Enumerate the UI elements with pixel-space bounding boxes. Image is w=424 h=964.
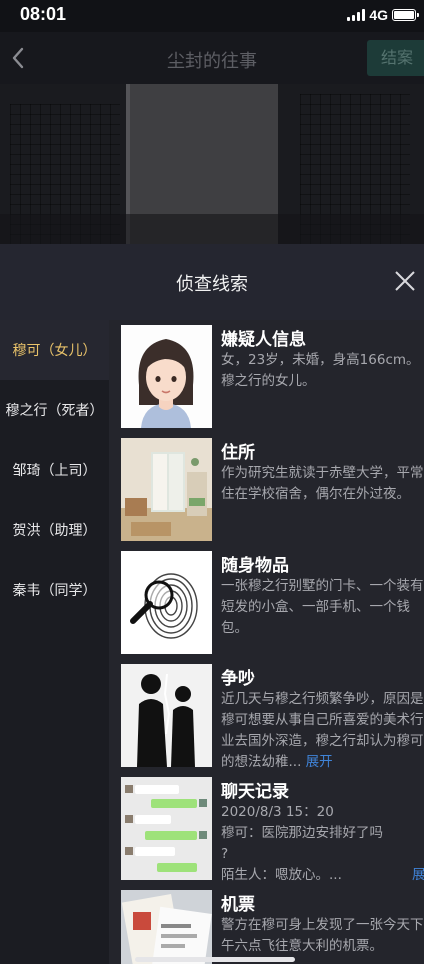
sidebar-item-qinwei[interactable]: 秦韦（同学） [0,560,109,620]
clue-description: 2020/8/3 15：20 穆可：医院那边安排好了吗 ? 陌生人：嗯放心。..… [221,802,424,886]
clue-title: 机票 [221,895,255,915]
clue-description: 近几天与穆之行频繁争吵，原因是穆可想要从事自己所喜爱的美术行业去国外深造，穆之行… [221,689,424,773]
battery-icon [392,9,419,21]
suspect-portrait-image [121,325,212,428]
chat-screenshot-image [121,777,212,880]
chat-line: 穆可：医院那边安排好了吗 [221,825,383,841]
close-icon[interactable] [394,270,416,292]
navigation-bar: 尘封的往事 结案 [0,32,424,84]
home-indicator[interactable] [135,957,295,962]
signal-icon [347,9,366,21]
clue-list: 嫌疑人信息 女，23岁，未婚，身高166cm。穆之行的女儿。 住所 作为研究生就… [109,320,424,964]
chat-line: ? [221,846,229,862]
clue-title: 住所 [221,443,255,463]
dorm-room-image [121,438,212,541]
fingerprint-magnifier-image [121,551,212,654]
plane-ticket-image [121,890,212,964]
panel-header: 侦查线索 [0,244,424,322]
clue-title: 随身物品 [221,556,289,576]
sidebar-item-zouqi[interactable]: 邹琦（上司） [0,440,109,500]
network-type: 4G [369,7,388,23]
clue-title: 争吵 [221,669,255,689]
page-title: 尘封的往事 [167,51,257,72]
close-case-button[interactable]: 结案 [367,40,424,76]
chat-line: 陌生人：嗯放心。... 展开 [221,865,424,886]
chat-line: 2020/8/3 15：20 [221,804,334,820]
panel-title: 侦查线索 [176,274,248,295]
clues-panel: 侦查线索 穆可（女儿） 穆之行（死者） 邹琦（上司） 贺洪（助理） 秦韦（同学） [0,244,424,964]
chat-line-text: 陌生人：嗯放心。... [221,867,342,883]
clue-description: 作为研究生就读于赤壁大学，平常住在学校宿舍，偶尔在外过夜。 [221,465,424,502]
sidebar-item-muzhixing[interactable]: 穆之行（死者） [0,380,109,440]
clue-description: 女，23岁，未婚，身高166cm。穆之行的女儿。 [221,352,420,389]
clue-title: 聊天记录 [221,782,289,802]
expand-link[interactable]: 展开 [306,754,333,770]
expand-link[interactable]: 展开 [412,865,424,886]
suspect-sidebar: 穆可（女儿） 穆之行（死者） 邹琦（上司） 贺洪（助理） 秦韦（同学） [0,320,109,964]
status-indicators: 4G [347,7,419,23]
argument-image [121,664,212,767]
status-bar: 08:01 4G [0,0,424,32]
clue-description: 一张穆之行别墅的门卡、一个装有短发的小盒、一部手机、一个钱包。 [221,578,424,636]
sidebar-item-muke[interactable]: 穆可（女儿） [0,320,109,380]
case-scene-image [0,84,424,244]
sidebar-item-hehong[interactable]: 贺洪（助理） [0,500,109,560]
clue-description: 警方在穆可身上发现了一张今天下午六点飞往意大利的机票。 [221,917,424,954]
status-time: 08:01 [20,4,67,24]
clue-title: 嫌疑人信息 [221,330,306,350]
